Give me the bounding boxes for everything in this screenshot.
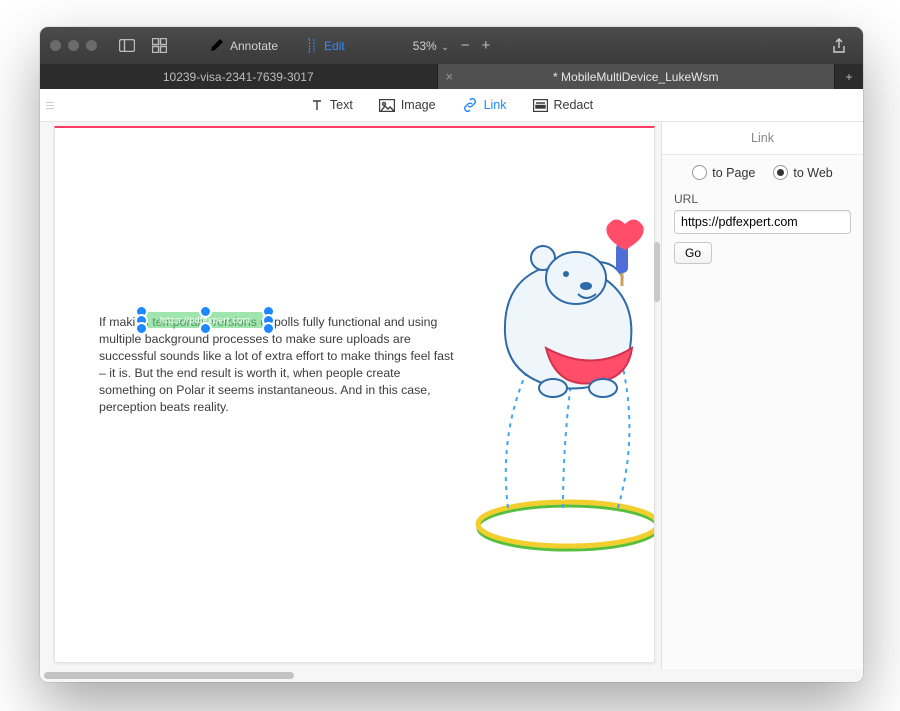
share-icon [832, 38, 846, 54]
toolbar-drag-handle[interactable] [46, 89, 56, 121]
tab-title: * MobileMultiDevice_LukeWsm [553, 70, 718, 84]
edit-toolbar: Text Image Link Redact [40, 89, 863, 122]
traffic-close-icon[interactable] [50, 40, 61, 51]
share-button[interactable] [827, 34, 851, 58]
resize-handle[interactable] [201, 307, 210, 316]
resize-handle[interactable] [201, 324, 210, 333]
document-tab[interactable]: 10239-visa-2341-7639-3017 [40, 64, 438, 89]
zoom-value[interactable]: 53% ⌄ [413, 39, 449, 53]
text-cursor-icon [304, 38, 318, 53]
annotate-mode-button[interactable]: Annotate [209, 38, 278, 53]
scroll-thumb[interactable] [44, 672, 294, 679]
vertical-scrollbar[interactable] [654, 242, 660, 302]
window-controls[interactable] [50, 40, 97, 51]
url-field-label: URL [674, 192, 851, 206]
go-button[interactable]: Go [674, 242, 712, 264]
radio-label: to Web [793, 166, 832, 180]
chevron-down-icon: ⌄ [439, 42, 449, 52]
edit-label: Edit [324, 39, 345, 53]
sidebar-icon [119, 39, 135, 52]
zoom-in-button[interactable]: + [482, 37, 491, 54]
thumbnails-button[interactable] [147, 34, 171, 58]
link-to-web-radio[interactable]: to Web [773, 165, 832, 180]
edit-redact-tool[interactable]: Redact [533, 98, 594, 112]
redact-icon [533, 99, 548, 112]
pencil-icon [209, 38, 224, 53]
edit-text-tool[interactable]: Text [310, 98, 353, 112]
zoom-control[interactable]: 53% ⌄ − + [413, 37, 491, 54]
edit-mode-button[interactable]: Edit [304, 38, 345, 53]
link-target-radio-group: to Page to Web [674, 165, 851, 180]
new-tab-button[interactable]: + [835, 64, 863, 89]
illustration-polar-bear [438, 208, 655, 548]
titlebar: Annotate Edit 53% ⌄ − + [40, 27, 863, 64]
edit-link-tool[interactable]: Link [462, 98, 507, 112]
radio-icon [773, 165, 788, 180]
url-input[interactable] [674, 210, 851, 234]
resize-handle[interactable] [264, 324, 273, 333]
traffic-zoom-icon[interactable] [86, 40, 97, 51]
radio-label: to Page [712, 166, 755, 180]
document-tab[interactable]: × * MobileMultiDevice_LukeWsm [438, 64, 836, 89]
link-inspector: Link to Page to Web URL Go [661, 122, 863, 669]
tab-title: 10239-visa-2341-7639-3017 [163, 70, 314, 84]
sidebar-toggle-button[interactable] [115, 34, 139, 58]
resize-handle[interactable] [137, 324, 146, 333]
link-to-page-radio[interactable]: to Page [692, 165, 755, 180]
radio-icon [692, 165, 707, 180]
body: If making temporary versions of polls fu… [40, 122, 863, 669]
image-icon [379, 99, 395, 112]
tool-label: Image [401, 98, 436, 112]
zoom-out-button[interactable]: − [461, 37, 470, 54]
tool-label: Text [330, 98, 353, 112]
tool-label: Link [484, 98, 507, 112]
inspector-title: Link [662, 122, 863, 155]
text-icon [310, 98, 324, 112]
link-icon [462, 98, 478, 112]
grid-icon [152, 38, 167, 53]
resize-handle[interactable] [264, 307, 273, 316]
body-paragraph: If making temporary versions of polls fu… [99, 314, 459, 416]
resize-handle[interactable] [137, 307, 146, 316]
horizontal-scrollbar[interactable] [40, 669, 863, 682]
tool-label: Redact [554, 98, 594, 112]
app-window: Annotate Edit 53% ⌄ − + 10239-visa-2341-… [40, 27, 863, 682]
edit-image-tool[interactable]: Image [379, 98, 436, 112]
document-canvas[interactable]: If making temporary versions of polls fu… [40, 122, 661, 669]
annotate-label: Annotate [230, 39, 278, 53]
tab-strip: 10239-visa-2341-7639-3017 × * MobileMult… [40, 64, 863, 89]
close-tab-button[interactable]: × [446, 69, 454, 84]
document-page[interactable]: If making temporary versions of polls fu… [54, 126, 655, 663]
link-selection[interactable]: https://pdfexpert.com [142, 312, 268, 328]
traffic-minimize-icon[interactable] [68, 40, 79, 51]
